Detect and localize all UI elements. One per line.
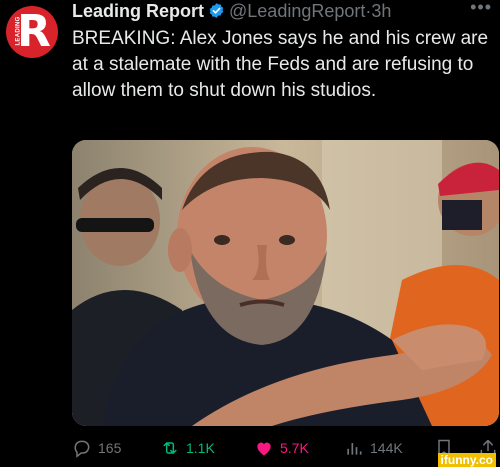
tweet-header: Leading Report @LeadingReport·3h	[72, 0, 391, 22]
more-icon[interactable]: •••	[470, 0, 492, 16]
verified-badge-icon	[209, 3, 224, 18]
views-icon	[347, 443, 362, 455]
tweet-text: BREAKING: Alex Jones says he and his cre…	[72, 28, 489, 101]
retweet-count: 1.1K	[186, 440, 215, 456]
retweet-icon	[163, 442, 177, 454]
photo-illustration	[72, 140, 499, 426]
account-name[interactable]: Leading Report	[72, 1, 204, 21]
avatar-logo-letter: R	[17, 6, 51, 57]
reply-button[interactable]: 165	[72, 436, 121, 460]
like-count: 5.7K	[280, 440, 309, 456]
timestamp[interactable]: 3h	[371, 1, 391, 21]
tweet-actions: 165 1.1K 5.7K 144K	[72, 436, 500, 460]
reply-count: 165	[98, 440, 122, 456]
avatar-logo-text: LEADING	[15, 16, 22, 46]
account-handle[interactable]: @LeadingReport	[229, 1, 365, 21]
views-button[interactable]: 144K	[344, 436, 403, 460]
reply-icon	[74, 440, 90, 458]
view-count: 144K	[370, 440, 403, 456]
avatar[interactable]: R LEADING	[6, 6, 58, 58]
watermark: ifunny.co	[437, 453, 496, 467]
retweet-button[interactable]: 1.1K	[160, 436, 215, 460]
tweet-photo[interactable]	[72, 140, 499, 426]
like-button[interactable]: 5.7K	[254, 436, 309, 460]
tweet[interactable]: R LEADING Leading Report @LeadingReport·…	[0, 0, 500, 467]
heart-icon	[257, 442, 271, 456]
